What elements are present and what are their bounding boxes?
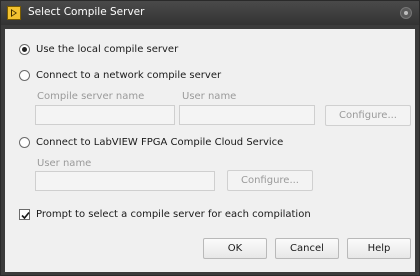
- option-local-label: Use the local compile server: [36, 44, 179, 55]
- help-button[interactable]: Help: [347, 238, 411, 259]
- network-configure-button[interactable]: Configure...: [325, 105, 411, 126]
- cancel-button[interactable]: Cancel: [275, 238, 339, 259]
- cloud-configure-button[interactable]: Configure...: [227, 170, 313, 191]
- option-network-label: Connect to a network compile server: [36, 70, 222, 81]
- radio-local[interactable]: [19, 44, 30, 55]
- server-name-field[interactable]: [35, 105, 175, 125]
- prompt-checkbox[interactable]: [19, 209, 30, 220]
- network-user-name-field[interactable]: [179, 105, 315, 125]
- server-name-label: Compile server name: [37, 91, 145, 102]
- prompt-label: Prompt to select a compile server for ea…: [36, 209, 311, 220]
- dialog-window: Select Compile Server Use the local comp…: [0, 0, 420, 276]
- labview-icon: [7, 6, 21, 20]
- prompt-option[interactable]: Prompt to select a compile server for ea…: [19, 209, 311, 220]
- network-user-name-label: User name: [182, 91, 237, 102]
- window-title: Select Compile Server: [28, 6, 145, 18]
- option-network[interactable]: Connect to a network compile server: [19, 70, 221, 81]
- option-cloud[interactable]: Connect to LabVIEW FPGA Compile Cloud Se…: [19, 137, 283, 148]
- option-local[interactable]: Use the local compile server: [19, 44, 178, 55]
- title-bar[interactable]: Select Compile Server: [1, 1, 419, 25]
- ok-button[interactable]: OK: [203, 238, 267, 259]
- cloud-user-name-label: User name: [37, 158, 92, 169]
- dialog-body: Use the local compile server Connect to …: [5, 29, 415, 272]
- checkmark-icon: [21, 211, 30, 220]
- close-icon[interactable]: [400, 7, 412, 19]
- radio-network[interactable]: [19, 70, 30, 81]
- cloud-user-name-field[interactable]: [35, 171, 215, 191]
- option-cloud-label: Connect to LabVIEW FPGA Compile Cloud Se…: [36, 137, 284, 148]
- radio-cloud[interactable]: [19, 137, 30, 148]
